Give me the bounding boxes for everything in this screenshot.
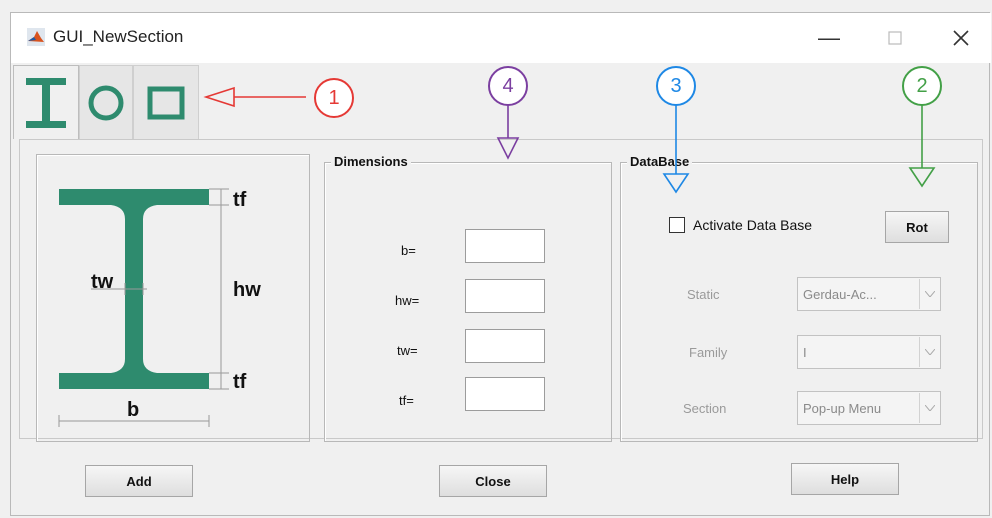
annotation-4: 4 [488, 66, 528, 106]
annotation-1: 1 [314, 78, 354, 118]
annotation-3: 3 [656, 66, 696, 106]
annotation-2: 2 [902, 66, 942, 106]
